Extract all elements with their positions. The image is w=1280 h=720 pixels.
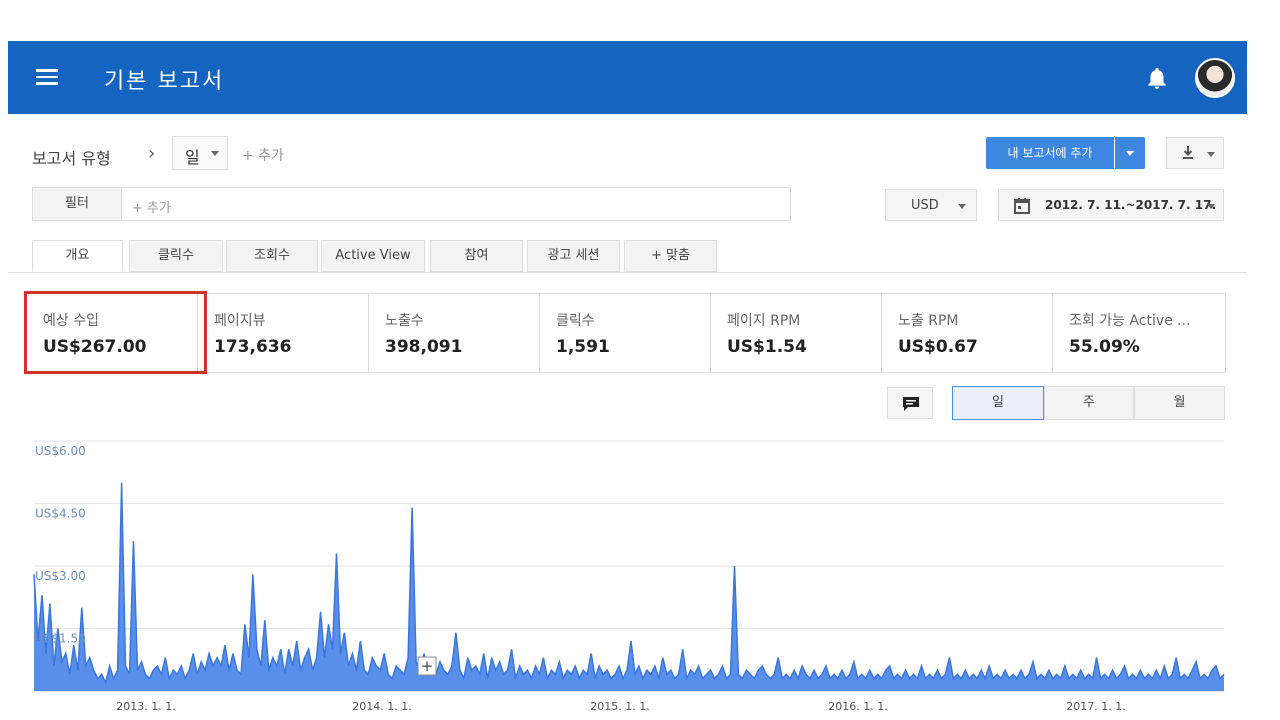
metric-pageviews[interactable]: 페이지뷰 173,636 [198, 294, 369, 372]
tab-clicks[interactable]: 클릭수 [129, 240, 223, 272]
tabs-divider [8, 272, 1247, 273]
metrics-strip: 예상 수입 US$267.00 페이지뷰 173,636 노출수 398,091… [26, 293, 1226, 373]
chevron-down-icon [211, 151, 219, 156]
y-tick-label: US$1.50 [35, 632, 86, 646]
metric-value: 398,091 [385, 337, 463, 357]
chevron-down-icon [1207, 204, 1215, 209]
tab-engagement[interactable]: 참여 [430, 240, 523, 272]
add-to-my-reports-menu-button[interactable] [1115, 137, 1145, 169]
metric-estimated-earnings[interactable]: 예상 수입 US$267.00 [27, 294, 198, 372]
metric-label: 클릭수 [556, 313, 595, 329]
metric-label: 페이지 RPM [727, 313, 801, 329]
download-icon [1183, 146, 1193, 159]
period-month-button[interactable]: 월 [1134, 386, 1225, 420]
period-day-button[interactable]: 일 [952, 386, 1044, 420]
y-tick-label: US$4.50 [35, 507, 86, 521]
comment-icon [903, 397, 919, 411]
x-axis-labels: 2013. 1. 1. 2014. 1. 1. 2015. 1. 1. 2016. 1… [116, 700, 1125, 713]
metric-value: 55.09% [1069, 337, 1140, 357]
x-tick-label: 2015. 1. 1. [590, 700, 649, 713]
metric-impressions[interactable]: 노출수 398,091 [369, 294, 540, 372]
metric-label: 예상 수입 [43, 313, 99, 329]
report-type-value: 일 [185, 148, 200, 167]
calendar-icon [1014, 198, 1030, 214]
metric-value: US$1.54 [727, 337, 807, 357]
chart-plot-area [33, 482, 1225, 691]
report-type-label: 보고서 유형 [32, 149, 111, 168]
page-title: 기본 보고서 [104, 69, 225, 94]
annotation-button[interactable] [887, 387, 933, 419]
tab-overview[interactable]: 개요 [32, 240, 123, 272]
app-bar: 기본 보고서 [8, 41, 1247, 114]
metric-label: 조회 가능 Active ... [1069, 313, 1191, 329]
currency-dropdown[interactable]: USD [885, 189, 977, 221]
metric-impression-rpm[interactable]: 노출 RPM US$0.67 [882, 294, 1053, 372]
metric-value: US$267.00 [43, 337, 147, 357]
metric-active-view-viewable[interactable]: 조회 가능 Active ... 55.09% [1053, 294, 1225, 372]
add-annotation-marker[interactable]: + [417, 656, 437, 676]
tab-custom[interactable]: + 맞춤 [624, 240, 717, 272]
y-tick-label: US$3.00 [35, 569, 86, 583]
y-tick-label: US$6.00 [35, 444, 86, 458]
currency-value: USD [911, 198, 939, 213]
tab-active-view[interactable]: Active View [321, 240, 425, 272]
metric-label: 페이지뷰 [214, 313, 266, 329]
metric-clicks[interactable]: 클릭수 1,591 [540, 294, 711, 372]
notification-bell-icon[interactable] [1144, 65, 1170, 91]
metric-label: 노출 RPM [898, 313, 959, 329]
metric-value: 1,591 [556, 337, 610, 357]
svg-text:+: + [421, 657, 434, 675]
chevron-down-icon [958, 204, 966, 209]
user-avatar[interactable] [1195, 58, 1235, 98]
series-line [33, 482, 1225, 685]
hamburger-menu-icon[interactable] [36, 69, 58, 85]
report-page: 기본 보고서 보고서 유형 › 일 + 추가 내 보고서에 추가 필터 + 추가… [8, 41, 1247, 720]
filter-input[interactable]: + 추가 [121, 187, 791, 221]
add-dimension-link[interactable]: + 추가 [242, 145, 284, 165]
x-tick-label: 2014. 1. 1. [352, 700, 411, 713]
metric-value: 173,636 [214, 337, 292, 357]
report-type-dropdown[interactable]: 일 [172, 136, 228, 170]
date-range-dropdown[interactable]: 2012. 7. 11.~2017. 7. 17. [998, 189, 1224, 221]
x-tick-label: 2013. 1. 1. [116, 700, 175, 713]
metric-page-rpm[interactable]: 페이지 RPM US$1.54 [711, 294, 882, 372]
period-week-button[interactable]: 주 [1044, 386, 1134, 420]
download-button[interactable] [1166, 137, 1224, 169]
x-tick-label: 2016. 1. 1. [828, 700, 887, 713]
chevron-down-icon [1207, 152, 1215, 157]
metric-label: 노출수 [385, 313, 424, 329]
x-tick-label: 2017. 1. 1. [1066, 700, 1125, 713]
metric-value: US$0.67 [898, 337, 978, 357]
earnings-chart: US$6.00 US$4.50 US$3.00 US$1.50 2013. 1. 1.… [33, 440, 1225, 713]
filter-label: 필터 [32, 187, 122, 221]
tab-views[interactable]: 조회수 [226, 240, 318, 272]
chevron-right-icon: › [148, 143, 156, 164]
date-range-value: 2012. 7. 11.~2017. 7. 17. [1045, 198, 1217, 212]
tab-ad-sessions[interactable]: 광고 세션 [527, 240, 620, 272]
add-to-my-reports-button[interactable]: 내 보고서에 추가 [986, 137, 1114, 169]
